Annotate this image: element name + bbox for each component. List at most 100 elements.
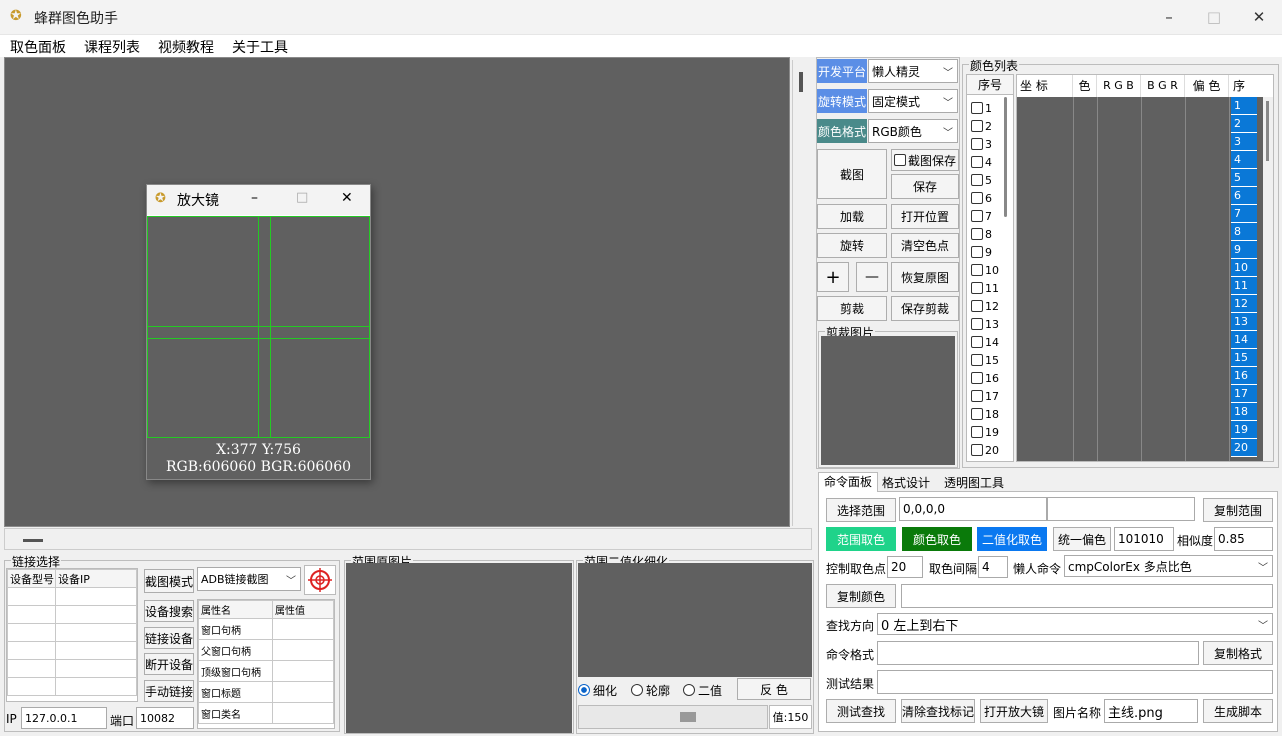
scroll-thumb[interactable] [1266, 101, 1269, 161]
checkbox-icon[interactable] [971, 120, 983, 132]
checkbox-icon[interactable] [971, 138, 983, 150]
contour-radio[interactable]: 轮廓 [631, 680, 683, 700]
color-format-select[interactable]: RGB颜色 ﹀ [868, 119, 958, 143]
close-button[interactable]: ✕ [1246, 6, 1272, 28]
range-input[interactable]: 0,0,0,0 [899, 497, 1047, 521]
scroll-thumb[interactable] [1004, 97, 1007, 217]
checkbox-icon[interactable] [971, 174, 983, 186]
point-checkbox-row[interactable]: 5 [971, 171, 992, 189]
color-pick-button[interactable]: 颜色取色 [902, 527, 972, 551]
range-input-extra[interactable] [1047, 497, 1195, 521]
link-device-button[interactable]: 链接设备 [144, 627, 194, 649]
table-row[interactable] [7, 659, 137, 678]
dev-platform-select[interactable]: 懒人精灵 ﹀ [868, 59, 958, 83]
disconnect-device-button[interactable]: 断开设备 [144, 653, 194, 675]
ip-input[interactable]: 127.0.0.1 [21, 707, 107, 729]
image-canvas[interactable] [4, 57, 790, 527]
maximize-button[interactable]: □ [1201, 6, 1227, 28]
save-screenshot-checkbox[interactable]: 截图保存 [891, 149, 959, 171]
checkbox-icon[interactable] [971, 336, 983, 348]
rotate-button[interactable]: 旋转 [817, 233, 887, 258]
color-table-scrollbar[interactable] [1263, 97, 1273, 461]
point-checkbox-row[interactable]: 19 [971, 423, 999, 441]
copy-color-output[interactable] [901, 584, 1273, 608]
copy-color-button[interactable]: 复制颜色 [826, 584, 896, 608]
menu-color-panel[interactable]: 取色面板 [10, 37, 66, 57]
scroll-thumb[interactable] [799, 72, 803, 92]
window-attr-table[interactable]: 属性名 属性值 窗口句柄 父窗口句柄 顶级窗口句柄 窗口标题 窗口类名 [197, 599, 335, 729]
magnifier-maximize-button[interactable]: □ [296, 190, 308, 205]
zoom-in-button[interactable]: + [817, 262, 849, 292]
point-checkbox-row[interactable]: 11 [971, 279, 999, 297]
checkbox-icon[interactable] [971, 444, 983, 456]
capture-mode-button[interactable]: 截图模式 [144, 569, 194, 593]
open-location-button[interactable]: 打开位置 [891, 204, 959, 229]
checkbox-icon[interactable] [971, 300, 983, 312]
clear-points-button[interactable]: 清空色点 [891, 233, 959, 258]
checkbox-icon[interactable] [971, 156, 983, 168]
checkbox-icon[interactable] [971, 426, 983, 438]
checkbox-icon[interactable] [971, 264, 983, 276]
uniform-offset-button[interactable]: 统一偏色 [1053, 527, 1111, 551]
point-checkbox-row[interactable]: 16 [971, 369, 999, 387]
point-checkbox-row[interactable]: 7 [971, 207, 992, 225]
tab-command-panel[interactable]: 命令面板 [818, 472, 878, 492]
scroll-thumb[interactable] [23, 539, 43, 542]
point-checkbox-row[interactable]: 3 [971, 135, 992, 153]
cmd-format-input[interactable] [877, 641, 1199, 665]
point-checkbox-row[interactable]: 6 [971, 189, 992, 207]
zoom-out-button[interactable]: — [856, 262, 888, 292]
canvas-vertical-scrollbar[interactable] [792, 60, 812, 526]
table-row[interactable]: 父窗口句柄 [198, 639, 334, 661]
tab-transparent-tool[interactable]: 透明图工具 [944, 474, 1004, 491]
menu-video-tutorial[interactable]: 视频教程 [158, 37, 214, 57]
point-checkbox-row[interactable]: 10 [971, 261, 999, 279]
binary-radio[interactable]: 二值 [683, 680, 735, 700]
table-row[interactable]: 窗口句柄 [198, 618, 334, 640]
clear-marks-button[interactable]: 清除查找标记 [901, 699, 975, 723]
open-magnifier-button[interactable]: 打开放大镜 [980, 699, 1048, 723]
magnifier-minimize-button[interactable]: – [251, 190, 258, 206]
capture-mode-select[interactable]: ADB链接截图 ﹀ [197, 567, 301, 591]
lazy-cmd-select[interactable]: cmpColorEx 多点比色 ﹀ [1064, 555, 1273, 577]
rotate-mode-select[interactable]: 固定模式 ﹀ [868, 89, 958, 113]
point-checkbox-row[interactable]: 1 [971, 99, 992, 117]
table-row[interactable] [7, 677, 137, 696]
interval-input[interactable]: 4 [978, 556, 1008, 578]
table-row[interactable] [7, 641, 137, 660]
threshold-slider[interactable] [578, 705, 768, 729]
point-checkbox-row[interactable]: 20 [971, 441, 999, 459]
control-points-input[interactable]: 20 [887, 556, 923, 578]
checkbox-icon[interactable] [971, 192, 983, 204]
magnifier-close-button[interactable]: ✕ [341, 190, 353, 206]
generate-script-button[interactable]: 生成脚本 [1203, 699, 1273, 723]
point-checkbox-row[interactable]: 8 [971, 225, 992, 243]
binary-pick-button[interactable]: 二值化取色 [977, 527, 1047, 551]
point-checkbox-row[interactable]: 15 [971, 351, 999, 369]
table-row[interactable]: 顶级窗口句柄 [198, 660, 334, 682]
range-pick-button[interactable]: 范围取色 [826, 527, 896, 551]
port-input[interactable]: 10082 [136, 707, 194, 729]
point-checkbox-row[interactable]: 13 [971, 315, 999, 333]
point-checkbox-row[interactable]: 17 [971, 387, 999, 405]
point-checkbox-row[interactable]: 14 [971, 333, 999, 351]
checkbox-icon[interactable] [971, 246, 983, 258]
table-row[interactable] [7, 587, 137, 606]
invert-button[interactable]: 反 色 [737, 678, 811, 700]
load-button[interactable]: 加载 [817, 204, 887, 229]
crosshair-target-button[interactable] [304, 565, 336, 595]
similarity-input[interactable]: 0.85 [1214, 527, 1273, 551]
magnifier-title-bar[interactable]: ✪ 放大镜 – □ ✕ [147, 185, 370, 215]
offset-input[interactable]: 101010 [1114, 527, 1174, 551]
minimize-button[interactable]: – [1156, 6, 1182, 28]
copy-range-button[interactable]: 复制范围 [1203, 498, 1273, 522]
device-search-button[interactable]: 设备搜索 [144, 600, 194, 622]
point-checkbox-row[interactable]: 12 [971, 297, 999, 315]
canvas-horizontal-scrollbar[interactable] [4, 528, 812, 550]
checkbox-icon[interactable] [971, 102, 983, 114]
test-find-button[interactable]: 测试查找 [826, 699, 896, 723]
save-crop-button[interactable]: 保存剪裁 [891, 296, 959, 321]
device-table[interactable]: 设备型号 设备IP [6, 568, 138, 702]
manual-link-button[interactable]: 手动链接 [144, 680, 194, 702]
tab-format-design[interactable]: 格式设计 [882, 474, 930, 491]
